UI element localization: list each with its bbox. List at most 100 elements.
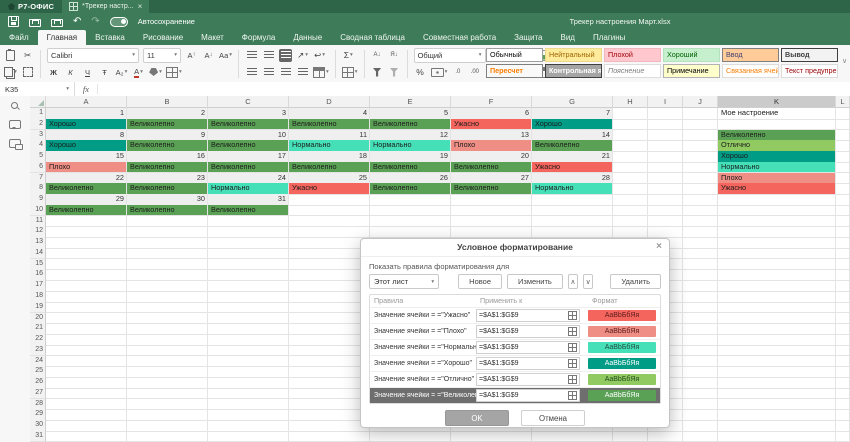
cell[interactable]	[718, 399, 836, 411]
cell[interactable]	[127, 226, 208, 238]
insert-function-icon[interactable]: fx	[75, 84, 98, 94]
cell[interactable]	[208, 280, 289, 292]
align-center-icon[interactable]	[262, 66, 275, 79]
cell[interactable]	[451, 431, 532, 442]
autosum-button[interactable]: Σ▾	[342, 49, 355, 62]
cell[interactable]	[683, 334, 718, 346]
cell[interactable]	[718, 366, 836, 378]
mood-cell[interactable]: Великолепно	[127, 119, 208, 131]
mood-cell[interactable]: Хорошо	[46, 140, 127, 152]
cell[interactable]	[208, 323, 289, 335]
cell[interactable]	[718, 377, 836, 389]
cell[interactable]	[836, 269, 850, 281]
cell[interactable]	[683, 356, 718, 368]
filter-icon[interactable]	[371, 66, 384, 79]
cell[interactable]	[718, 280, 836, 292]
mood-cell[interactable]: Хорошо	[718, 151, 836, 163]
number-format-combo[interactable]: Общий▾	[414, 48, 486, 63]
cell[interactable]	[370, 216, 451, 228]
column-header-L[interactable]: L	[836, 96, 850, 108]
column-header-D[interactable]: D	[289, 96, 370, 108]
cell[interactable]	[683, 269, 718, 281]
cell[interactable]	[127, 366, 208, 378]
cell[interactable]	[208, 431, 289, 442]
cell[interactable]	[683, 162, 718, 174]
mood-cell[interactable]: Великолепно	[289, 162, 370, 174]
row-header-5[interactable]: 5	[30, 151, 46, 163]
cell[interactable]	[127, 323, 208, 335]
quick-print-icon[interactable]	[51, 19, 63, 27]
range-picker-icon[interactable]	[568, 359, 577, 368]
cell[interactable]	[613, 119, 648, 131]
subscript-button[interactable]: А₂▾	[115, 66, 128, 79]
cell[interactable]	[289, 420, 370, 432]
day-number-cell[interactable]: 6	[451, 108, 532, 120]
cell[interactable]	[46, 291, 127, 303]
cell-style-пояснение[interactable]: Пояснение	[604, 64, 661, 78]
cell[interactable]	[836, 194, 850, 206]
row-header-22[interactable]: 22	[30, 334, 46, 346]
cell[interactable]	[718, 388, 836, 400]
cell[interactable]	[289, 366, 370, 378]
cell[interactable]	[718, 269, 836, 281]
mood-cell[interactable]: Плохо	[451, 140, 532, 152]
mood-cell[interactable]: Ужасно	[718, 183, 836, 195]
cell[interactable]	[648, 173, 683, 185]
cell[interactable]	[613, 226, 648, 238]
cell[interactable]	[289, 291, 370, 303]
mood-cell[interactable]: Великолепно	[208, 205, 289, 217]
day-number-cell[interactable]: 11	[289, 130, 370, 142]
cell[interactable]	[46, 388, 127, 400]
ribbon-tab-рисование[interactable]: Рисование	[134, 30, 192, 45]
fill-color-button[interactable]: ▾	[149, 66, 162, 79]
mood-cell[interactable]: Хорошо	[46, 119, 127, 131]
percent-style-button[interactable]: %	[414, 66, 427, 79]
day-number-cell[interactable]: 14	[532, 130, 613, 142]
cell[interactable]	[683, 205, 718, 217]
cell[interactable]	[46, 323, 127, 335]
change-case-button[interactable]: Аа▾	[219, 49, 232, 62]
cell[interactable]	[289, 259, 370, 271]
column-header-C[interactable]: C	[208, 96, 289, 108]
row-header-12[interactable]: 12	[30, 226, 46, 238]
cell[interactable]	[370, 205, 451, 217]
ribbon-tab-главная[interactable]: Главная	[38, 30, 86, 45]
cell[interactable]	[836, 334, 850, 346]
row-header-20[interactable]: 20	[30, 313, 46, 325]
row-header-18[interactable]: 18	[30, 291, 46, 303]
row-header-25[interactable]: 25	[30, 366, 46, 378]
mood-cell[interactable]: Великолепно	[127, 140, 208, 152]
mood-cell[interactable]: Нормально	[208, 183, 289, 195]
ribbon-tab-плагины[interactable]: Плагины	[584, 30, 634, 45]
cell[interactable]	[46, 313, 127, 325]
cell[interactable]	[289, 409, 370, 421]
cell[interactable]	[683, 431, 718, 442]
cell[interactable]	[683, 183, 718, 195]
align-right-icon[interactable]	[279, 66, 292, 79]
ribbon-tab-вставка[interactable]: Вставка	[86, 30, 134, 45]
cell[interactable]	[836, 226, 850, 238]
cell[interactable]	[613, 183, 648, 195]
mood-cell[interactable]: Великолепно	[127, 205, 208, 217]
cell[interactable]	[289, 216, 370, 228]
cell[interactable]	[683, 151, 718, 163]
cell[interactable]	[613, 108, 648, 120]
range-picker-icon[interactable]	[568, 391, 577, 400]
mood-cell[interactable]: Плохо	[718, 173, 836, 185]
cell[interactable]	[683, 388, 718, 400]
cell[interactable]	[718, 259, 836, 271]
cell[interactable]	[683, 280, 718, 292]
cell[interactable]	[208, 409, 289, 421]
cell-style-текст-предупре[interactable]: Текст предупре	[781, 64, 838, 78]
ribbon-tab-совместная-работа[interactable]: Совместная работа	[414, 30, 505, 45]
cell[interactable]	[718, 119, 836, 131]
cell[interactable]	[683, 216, 718, 228]
day-number-cell[interactable]: 1	[46, 108, 127, 120]
mood-cell[interactable]: Великолепно	[208, 140, 289, 152]
rule-row[interactable]: Значение ячейки = ="Ужасно"=$A$1:$G$9AaB…	[370, 308, 660, 324]
mood-cell[interactable]: Великолепно	[127, 162, 208, 174]
day-number-cell[interactable]: 7	[532, 108, 613, 120]
cell[interactable]	[683, 366, 718, 378]
cell[interactable]	[836, 237, 850, 249]
cell[interactable]	[648, 226, 683, 238]
